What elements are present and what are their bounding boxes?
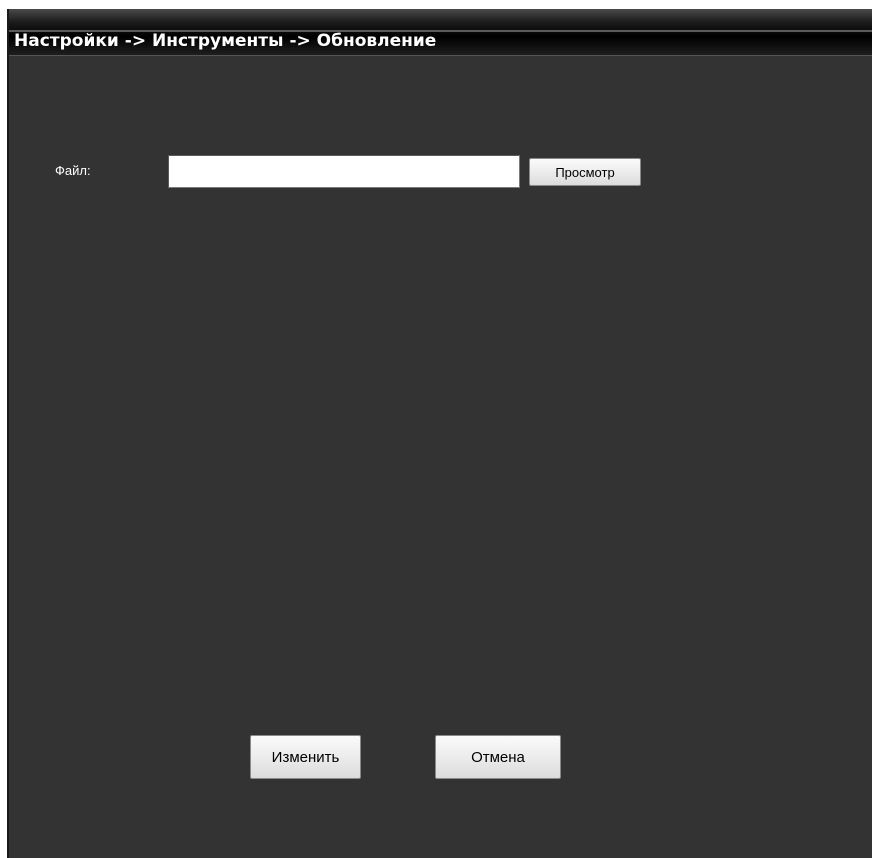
file-label: Файл: (55, 163, 91, 178)
apply-button[interactable]: Изменить (250, 735, 361, 779)
file-path-input[interactable] (168, 155, 520, 188)
breadcrumb: Настройки -> Инструменты -> Обновление (14, 31, 437, 51)
panel-header: Настройки -> Инструменты -> Обновление (9, 9, 872, 56)
cancel-button[interactable]: Отмена (435, 735, 561, 779)
browse-button[interactable]: Просмотр (529, 158, 641, 186)
upgrade-panel: Настройки -> Инструменты -> Обновление Ф… (7, 9, 872, 858)
